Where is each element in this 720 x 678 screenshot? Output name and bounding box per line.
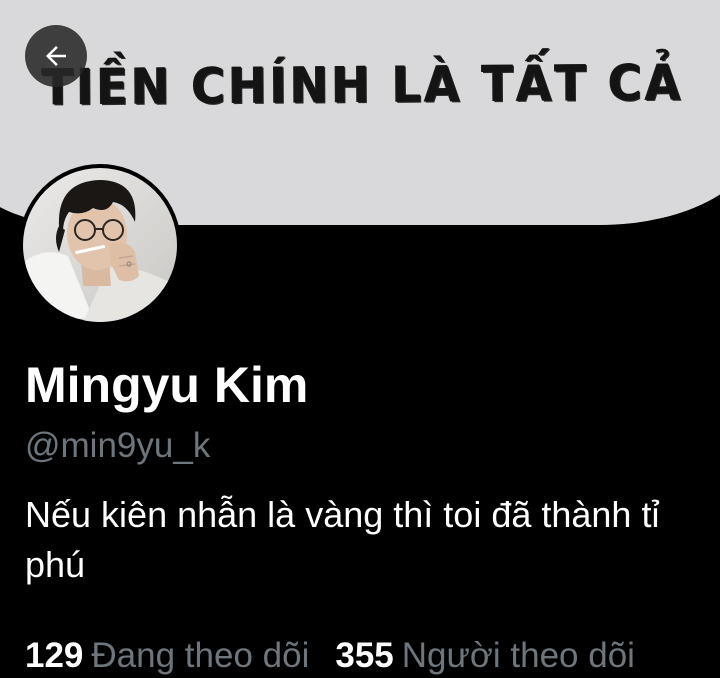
avatar[interactable] (19, 164, 181, 326)
banner-text: TIỀN CHÍNH LÀ TẤT CẢ (42, 53, 684, 117)
following-count: 129 (25, 636, 84, 675)
followers-label: Người theo dõi (401, 636, 635, 675)
arrow-left-icon (46, 46, 66, 66)
bio-text: Nếu kiên nhẫn là vàng thì toi đã thành t… (25, 494, 660, 585)
following-link[interactable]: 129 Đang theo dõi (25, 634, 309, 678)
followers-link[interactable]: 355 Người theo dõi (335, 634, 635, 678)
following-label: Đang theo dõi (91, 636, 310, 675)
user-handle: @min9yu_k (25, 426, 211, 465)
followers-count: 355 (335, 636, 394, 675)
follow-stats: 129 Đang theo dõi 355 Người theo dõi (25, 634, 635, 678)
avatar-photo (23, 168, 177, 322)
back-button[interactable] (25, 25, 87, 87)
display-name: Mingyu Kim (25, 357, 309, 413)
